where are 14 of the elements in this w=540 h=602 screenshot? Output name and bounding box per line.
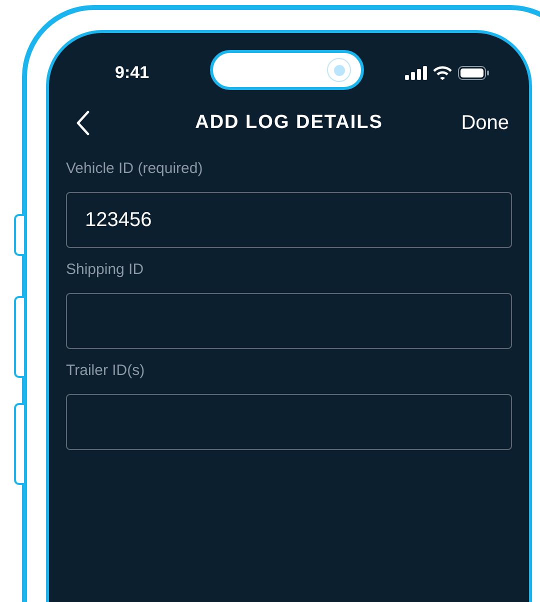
page-title: ADD LOG DETAILS <box>195 110 383 135</box>
field-label: Vehicle ID (required) <box>66 159 204 179</box>
camera-icon <box>327 58 351 82</box>
back-chevron-icon <box>76 110 90 136</box>
input-field[interactable]: 123456 <box>66 192 512 248</box>
wifi-icon <box>433 66 452 80</box>
status-time: 9:41 <box>115 62 150 84</box>
field-label: Trailer ID(s) <box>66 361 146 381</box>
input-field[interactable] <box>66 394 512 450</box>
field-label: Shipping ID <box>66 260 145 280</box>
battery-icon <box>458 66 489 80</box>
input-field[interactable] <box>66 293 512 349</box>
signal-icon <box>405 66 427 80</box>
done-button[interactable]: Done <box>461 108 509 138</box>
